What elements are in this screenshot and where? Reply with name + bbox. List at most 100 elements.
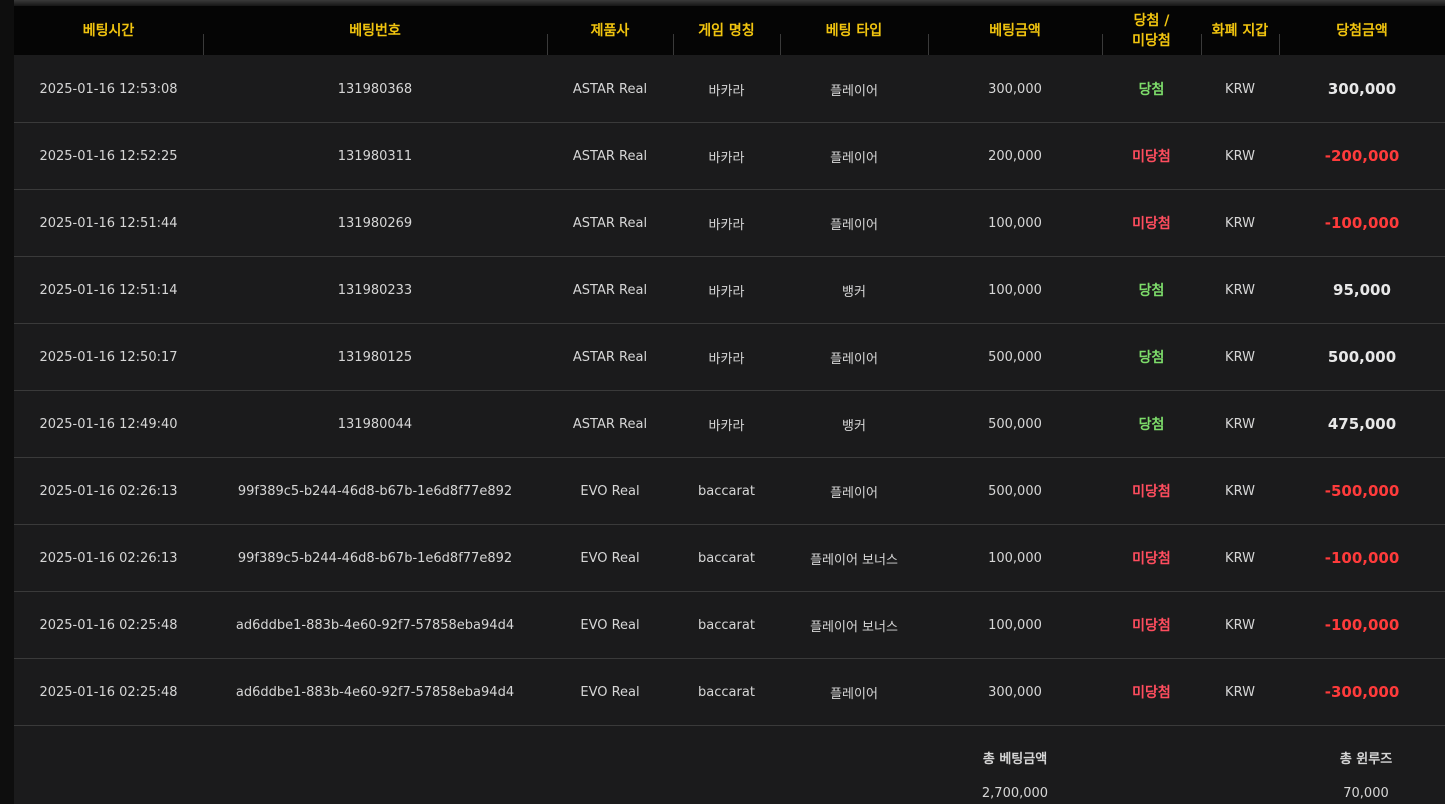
total-bet-value: 2,700,000: [981, 786, 1049, 801]
left-edge: [0, 0, 14, 804]
header-currency-wallet[interactable]: 화폐 지갑: [1201, 6, 1279, 55]
header-payout[interactable]: 당첨금액: [1279, 6, 1445, 55]
cell-payout: 475,000: [1327, 415, 1397, 433]
total-bet-label: 총 베팅금액: [982, 752, 1048, 767]
cell-win-loss: 미당첨: [1132, 618, 1171, 634]
cell-game-name: baccarat: [698, 550, 755, 566]
cell-bet-time: 2025-01-16 12:51:14: [39, 282, 178, 298]
cell-bet-time: 2025-01-16 02:25:48: [39, 617, 178, 633]
cell-bet-id: ad6ddbe1-883b-4e60-92f7-57858eba94d4: [235, 617, 515, 633]
header-bet-amount[interactable]: 베팅금액: [928, 6, 1102, 55]
header-divider: [1279, 34, 1280, 55]
table-row[interactable]: 2025-01-16 12:49:40 131980044 ASTAR Real 바카…: [14, 391, 1445, 458]
cell-bet-time: 2025-01-16 12:50:17: [39, 349, 178, 365]
header-provider[interactable]: 제품사: [547, 6, 673, 55]
table-row[interactable]: 2025-01-16 02:26:13 99f389c5-b244-46d8-b6…: [14, 525, 1445, 592]
header-divider: [928, 34, 929, 55]
table-row[interactable]: 2025-01-16 12:51:14 131980233 ASTAR Real 바카…: [14, 257, 1445, 324]
header-divider: [203, 34, 204, 55]
cell-bet-type: 플레이어: [830, 351, 878, 367]
header-bet-time[interactable]: 베팅시간: [14, 6, 203, 55]
cell-bet-type: 플레이어: [830, 150, 878, 166]
cell-win-loss: 당첨: [1138, 350, 1165, 366]
cell-bet-amount: 500,000: [988, 483, 1042, 499]
cell-game-name: 바카라: [708, 217, 745, 233]
cell-bet-type: 뱅커: [842, 418, 866, 434]
table-row[interactable]: 2025-01-16 02:25:48 ad6ddbe1-883b-4e60-92…: [14, 659, 1445, 726]
total-winloss-label: 총 윈루즈: [1339, 752, 1393, 767]
header-win-loss[interactable]: 당첨 / 미당첨: [1102, 6, 1201, 55]
header-divider: [1102, 34, 1103, 55]
header-bet-id[interactable]: 베팅번호: [203, 6, 547, 55]
cell-currency: KRW: [1225, 684, 1255, 700]
cell-currency: KRW: [1225, 416, 1255, 432]
cell-payout: -200,000: [1324, 147, 1400, 165]
cell-game-name: baccarat: [698, 684, 755, 700]
page-frame: 베팅시간 베팅번호 제품사 게임 명칭 베팅 타입 베팅금액 당첨 / 미당첨 …: [0, 0, 1445, 804]
cell-win-loss: 미당첨: [1132, 484, 1171, 500]
cell-bet-type: 플레이어 보너스: [810, 552, 898, 568]
cell-payout: 300,000: [1327, 80, 1397, 98]
cell-win-loss: 미당첨: [1132, 149, 1171, 165]
cell-provider: ASTAR Real: [572, 416, 648, 432]
cell-game-name: 바카라: [708, 418, 745, 434]
header-divider: [547, 34, 548, 55]
cell-bet-amount: 100,000: [988, 550, 1042, 566]
cell-win-loss: 미당첨: [1132, 551, 1171, 567]
cell-bet-amount: 300,000: [988, 81, 1042, 97]
table-row[interactable]: 2025-01-16 12:53:08 131980368 ASTAR Real 바카…: [14, 56, 1445, 123]
cell-bet-time: 2025-01-16 02:26:13: [39, 483, 178, 499]
cell-bet-time: 2025-01-16 12:49:40: [39, 416, 178, 432]
header-win-loss-line1: 당첨 /: [1133, 12, 1170, 29]
cell-currency: KRW: [1225, 349, 1255, 365]
table-row[interactable]: 2025-01-16 12:52:25 131980311 ASTAR Real 바카…: [14, 123, 1445, 190]
cell-bet-type: 뱅커: [842, 284, 866, 300]
cell-bet-time: 2025-01-16 12:52:25: [39, 148, 178, 164]
table-row[interactable]: 2025-01-16 02:25:48 ad6ddbe1-883b-4e60-92…: [14, 592, 1445, 659]
cell-bet-id: 131980125: [337, 349, 413, 365]
cell-currency: KRW: [1225, 483, 1255, 499]
cell-bet-type: 플레이어: [830, 217, 878, 233]
cell-currency: KRW: [1225, 81, 1255, 97]
cell-bet-id: 131980233: [337, 282, 413, 298]
cell-payout: -300,000: [1324, 683, 1400, 701]
cell-currency: KRW: [1225, 550, 1255, 566]
cell-game-name: 바카라: [708, 83, 745, 99]
cell-bet-amount: 500,000: [988, 349, 1042, 365]
cell-game-name: 바카라: [708, 284, 745, 300]
cell-bet-id: 131980044: [337, 416, 413, 432]
cell-bet-id: ad6ddbe1-883b-4e60-92f7-57858eba94d4: [235, 684, 515, 700]
cell-provider: EVO Real: [580, 684, 640, 700]
cell-win-loss: 당첨: [1138, 417, 1165, 433]
cell-bet-id: 99f389c5-b244-46d8-b67b-1e6d8f77e892: [237, 550, 513, 566]
cell-provider: ASTAR Real: [572, 282, 648, 298]
cell-win-loss: 당첨: [1138, 82, 1165, 98]
cell-game-name: 바카라: [708, 150, 745, 166]
cell-bet-type: 플레이어: [830, 485, 878, 501]
table-row[interactable]: 2025-01-16 02:26:13 99f389c5-b244-46d8-b6…: [14, 458, 1445, 525]
cell-bet-type: 플레이어: [830, 686, 878, 702]
cell-win-loss: 미당첨: [1132, 685, 1171, 701]
header-bet-type[interactable]: 베팅 타입: [780, 6, 928, 55]
cell-payout: -100,000: [1324, 549, 1400, 567]
cell-currency: KRW: [1225, 617, 1255, 633]
cell-game-name: baccarat: [698, 617, 755, 633]
cell-bet-amount: 300,000: [988, 684, 1042, 700]
betting-history-table: 베팅시간 베팅번호 제품사 게임 명칭 베팅 타입 베팅금액 당첨 / 미당첨 …: [14, 6, 1445, 804]
table-summary: 총 베팅금액 2,700,000 총 윈루즈 70,000: [14, 726, 1445, 804]
cell-game-name: baccarat: [698, 483, 755, 499]
cell-bet-time: 2025-01-16 12:53:08: [39, 81, 178, 97]
cell-currency: KRW: [1225, 215, 1255, 231]
table-row[interactable]: 2025-01-16 12:50:17 131980125 ASTAR Real 바카…: [14, 324, 1445, 391]
cell-payout: 500,000: [1327, 348, 1397, 366]
cell-bet-id: 99f389c5-b244-46d8-b67b-1e6d8f77e892: [237, 483, 513, 499]
cell-provider: EVO Real: [580, 617, 640, 633]
table-row[interactable]: 2025-01-16 12:51:44 131980269 ASTAR Real 바카…: [14, 190, 1445, 257]
header-divider: [780, 34, 781, 55]
cell-provider: EVO Real: [580, 483, 640, 499]
header-game-name[interactable]: 게임 명칭: [673, 6, 780, 55]
cell-game-name: 바카라: [708, 351, 745, 367]
cell-bet-id: 131980311: [337, 148, 413, 164]
cell-payout: -500,000: [1324, 482, 1400, 500]
cell-provider: ASTAR Real: [572, 349, 648, 365]
